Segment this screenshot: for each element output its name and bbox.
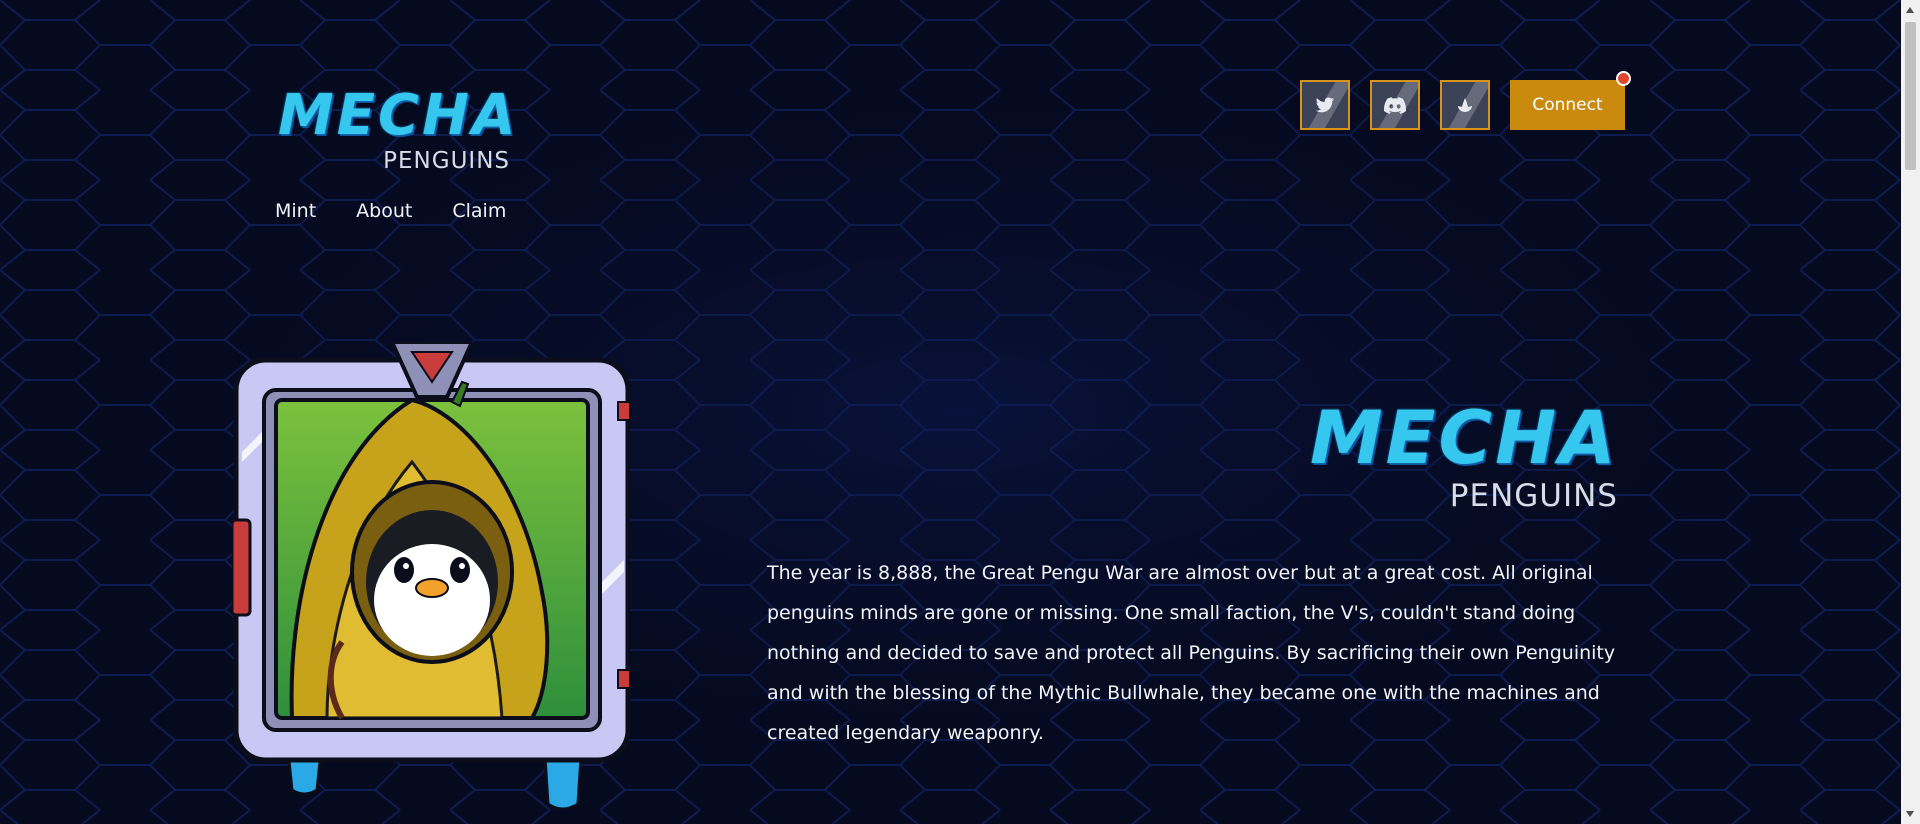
story-text: The year is 8,888, the Great Pengu War a… bbox=[767, 562, 1616, 744]
discord-button[interactable] bbox=[1370, 80, 1420, 130]
nav-claim[interactable]: Claim bbox=[452, 200, 506, 222]
nav-mint[interactable]: Mint bbox=[275, 200, 316, 222]
scroll-down-icon[interactable] bbox=[1906, 811, 1914, 817]
discord-icon bbox=[1384, 96, 1406, 114]
hero-logo-wordmark: MECHA bbox=[1310, 396, 1619, 481]
logo-subtitle: PENGUINS bbox=[383, 148, 510, 174]
connect-wallet-button[interactable]: Connect bbox=[1510, 80, 1625, 130]
whale-icon bbox=[1458, 98, 1472, 112]
mecha-penguin-illustration bbox=[232, 342, 631, 811]
hero-logo: MECHA PENGUINS bbox=[1310, 402, 1618, 512]
hero-logo-subtitle: PENGUINS bbox=[1449, 478, 1618, 514]
main-nav: Mint About Claim bbox=[275, 200, 506, 222]
twitter-button[interactable] bbox=[1300, 80, 1350, 130]
twitter-icon bbox=[1315, 97, 1335, 112]
scroll-up-icon[interactable] bbox=[1906, 7, 1914, 13]
scrollbar-thumb[interactable] bbox=[1905, 22, 1916, 170]
whale-button[interactable] bbox=[1440, 80, 1490, 130]
logo-wordmark: MECHA bbox=[278, 83, 519, 148]
header-logo[interactable]: MECHA PENGUINS bbox=[278, 83, 519, 174]
page-scrollbar[interactable] bbox=[1901, 0, 1920, 824]
nav-about[interactable]: About bbox=[356, 200, 412, 222]
notification-dot bbox=[1616, 71, 1631, 86]
